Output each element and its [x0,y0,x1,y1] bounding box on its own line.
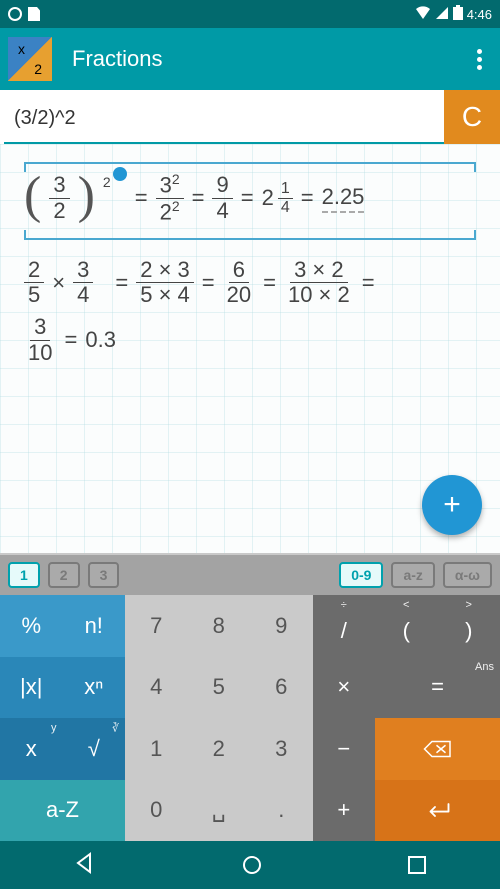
lparen: ( [24,175,41,217]
key-6[interactable]: 6 [250,657,313,719]
page-row: 1 2 3 0-9 a-z α-ω [0,555,500,595]
key-multiply[interactable]: × [313,657,376,719]
equals-4: = [301,185,314,211]
cursor-handle-icon[interactable] [113,167,127,181]
equals-3: = [241,185,254,211]
equals-7: = [263,270,276,296]
exponent-2: 2 [103,174,111,190]
status-time: 4:46 [467,7,492,22]
clear-button[interactable]: C [444,90,500,144]
key-space[interactable]: ␣ [188,780,251,842]
selection-top-bracket [24,162,476,164]
key-alpha-toggle[interactable]: a-Z [0,780,125,842]
key-abs[interactable]: |x| [0,657,63,719]
enter-icon [423,798,453,822]
mode-alpha-tab[interactable]: a-z [391,562,434,588]
frac-3-over-2: 3 2 [49,173,69,222]
key-enter[interactable] [375,780,500,842]
key-8[interactable]: 8 [188,595,251,657]
mixed-2-1-4: 2 14 [262,180,293,217]
key-sqrt[interactable]: ∛√ [63,718,126,780]
key-factorial[interactable]: n! [63,595,126,657]
key-4[interactable]: 4 [125,657,188,719]
key-5[interactable]: 5 [188,657,251,719]
work-area[interactable]: ( 3 2 ) 2 = 32 22 = 9 4 = 2 14 = 2.25 25… [0,144,500,555]
key-3[interactable]: 3 [250,718,313,780]
keypad: % n! 7 8 9 ÷/ <( >) |x| xⁿ 4 5 6 × Ans= … [0,595,500,841]
frac-3-4: 34 [73,258,93,307]
key-rparen[interactable]: >) [438,595,500,657]
signal-icon [435,6,449,23]
times-sign: × [52,270,65,296]
input-row: C [0,90,500,144]
battery-icon [453,5,463,23]
mode-numeric-tab[interactable]: 0-9 [339,562,383,588]
key-9[interactable]: 9 [250,595,313,657]
key-7[interactable]: 7 [125,595,188,657]
key-plus[interactable]: + [313,780,376,842]
equals-8: = [362,270,375,296]
decimal-0-3: 0.3 [85,327,116,353]
more-menu-button[interactable] [459,46,500,73]
status-bar: 4:46 [0,0,500,28]
key-lparen[interactable]: <( [375,595,438,657]
mode-greek-tab[interactable]: α-ω [443,562,492,588]
equation-2[interactable]: 25 × 34 = 2 × 35 × 4 = 620 = 3 × 210 × 2… [14,250,486,315]
sd-card-icon [28,7,40,21]
equals-2: = [192,185,205,211]
equation-1[interactable]: ( 3 2 ) 2 = 32 22 = 9 4 = 2 14 = 2.25 [14,164,486,232]
backspace-icon [423,737,453,761]
key-divide[interactable]: ÷/ [313,595,376,657]
frac-step1: 2 × 35 × 4 [136,258,194,307]
nav-recent-button[interactable] [408,856,426,874]
key-equals[interactable]: Ans= [375,657,500,719]
frac-3-10: 310 [24,315,56,364]
selection-bottom-bracket [24,238,476,240]
equation-2b[interactable]: 310 = 0.3 [14,315,486,372]
equals-1: = [135,185,148,211]
app-icon[interactable] [8,37,52,81]
wifi-icon [415,6,431,23]
key-2[interactable]: 2 [188,718,251,780]
frac-6-20: 620 [223,258,255,307]
page-3-tab[interactable]: 3 [88,562,120,588]
frac-step3: 3 × 210 × 2 [284,258,354,307]
decimal-result: 2.25 [322,184,365,213]
frac-2-5: 25 [24,258,44,307]
equals-5: = [115,270,128,296]
nav-home-button[interactable] [243,856,261,874]
frac-9-over-4: 9 4 [212,173,232,222]
add-fab-button[interactable]: + [422,475,482,535]
app-title: Fractions [72,46,162,72]
status-ring-icon [8,7,22,21]
page-1-tab[interactable]: 1 [8,562,40,588]
equals-6: = [202,270,215,296]
key-percent[interactable]: % [0,595,63,657]
key-0[interactable]: 0 [125,780,188,842]
key-dot[interactable]: . [250,780,313,842]
frac-3sq-over-2sq: 32 22 [156,172,184,224]
rparen: ) [78,175,95,217]
key-minus[interactable]: − [313,718,376,780]
page-2-tab[interactable]: 2 [48,562,80,588]
key-1[interactable]: 1 [125,718,188,780]
app-bar: Fractions [0,28,500,90]
key-power[interactable]: xⁿ [63,657,126,719]
key-backspace[interactable] [375,718,500,780]
expression-input[interactable] [4,94,444,144]
nav-back-button[interactable] [74,852,96,879]
android-nav-bar [0,841,500,889]
equals-9: = [64,327,77,353]
key-x[interactable]: yx [0,718,63,780]
